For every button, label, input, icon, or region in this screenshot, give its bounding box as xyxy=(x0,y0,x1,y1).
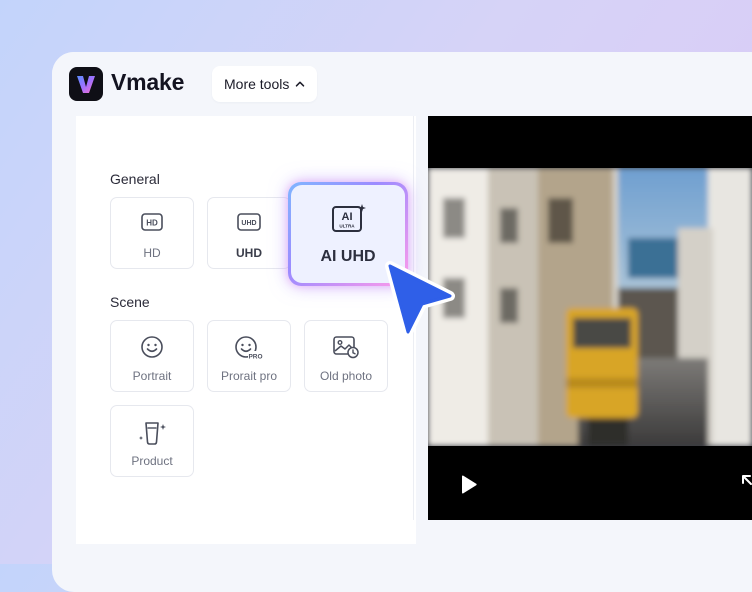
tool-card-hd[interactable]: HD HD xyxy=(110,197,194,269)
tool-label: Product xyxy=(131,454,173,468)
tool-label: Old photo xyxy=(319,369,373,383)
tool-card-old-photo[interactable]: Old photo xyxy=(304,320,388,392)
brand-name: Vmake xyxy=(111,69,185,95)
play-icon[interactable] xyxy=(459,474,479,496)
tool-card-portrait-pro[interactable]: PRO Prorait pro xyxy=(207,320,291,392)
app-header: Vmake More tools xyxy=(52,52,752,116)
tool-label: HD xyxy=(143,246,161,260)
svg-text:PRO: PRO xyxy=(248,353,262,360)
vmake-logo-icon[interactable] xyxy=(69,67,103,101)
video-frame-image xyxy=(428,168,752,446)
tool-label: Prorait pro xyxy=(220,369,278,383)
section-title-scene: Scene xyxy=(110,294,150,310)
ai-ultra-icon: AI ULTRA xyxy=(332,204,366,232)
svg-text:HD: HD xyxy=(146,219,158,228)
smile-face-icon xyxy=(141,336,163,358)
old-photo-icon xyxy=(333,336,359,359)
product-icon xyxy=(139,422,166,445)
tool-label: UHD xyxy=(236,246,262,260)
fullscreen-icon[interactable] xyxy=(741,474,752,494)
tool-card-portrait[interactable]: Portrait xyxy=(110,320,194,392)
tool-label: Portrait xyxy=(132,369,172,383)
hd-icon: HD xyxy=(141,213,163,231)
more-tools-button[interactable]: More tools xyxy=(212,66,318,102)
pointer-cursor-icon xyxy=(385,261,455,337)
video-preview[interactable] xyxy=(428,116,752,520)
chevron-up-icon xyxy=(296,81,305,87)
svg-text:ULTRA: ULTRA xyxy=(339,224,355,229)
tool-card-uhd[interactable]: UHD UHD xyxy=(207,197,291,269)
tool-card-product[interactable]: Product xyxy=(110,405,194,477)
svg-text:UHD: UHD xyxy=(241,220,256,227)
section-title-general: General xyxy=(110,171,160,187)
smile-face-pro-icon: PRO xyxy=(235,336,263,360)
more-tools-label: More tools xyxy=(224,76,290,92)
uhd-icon: UHD xyxy=(237,213,261,231)
svg-text:AI: AI xyxy=(342,211,353,223)
